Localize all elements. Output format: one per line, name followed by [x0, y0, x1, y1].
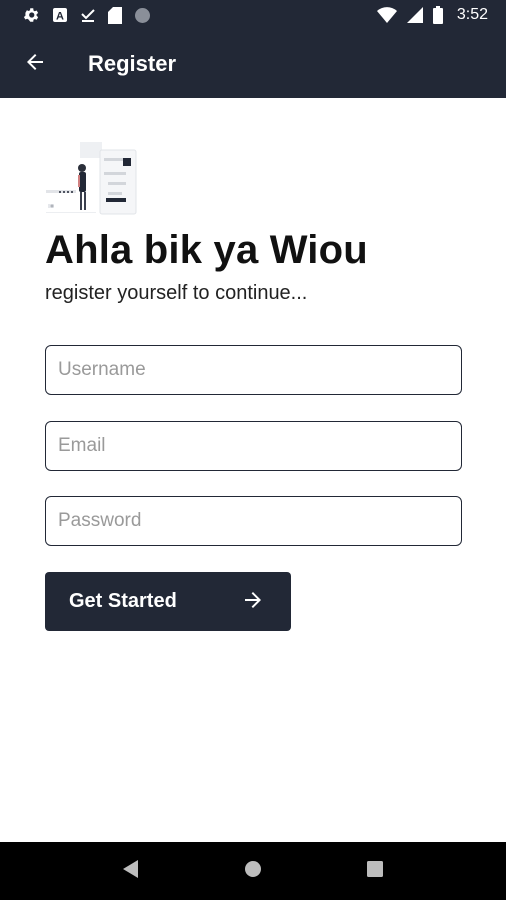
a-icon: A	[52, 7, 68, 23]
nav-home-button[interactable]	[228, 846, 278, 896]
svg-text:A: A	[56, 11, 64, 23]
register-content: Ahla bik ya Wiou register yourself to co…	[0, 98, 506, 842]
nav-back-button[interactable]	[106, 846, 156, 896]
get-started-button[interactable]: Get Started	[45, 572, 291, 631]
system-nav-bar	[0, 842, 506, 900]
email-field[interactable]	[45, 421, 462, 471]
register-illustration	[44, 140, 144, 218]
username-field[interactable]	[45, 345, 462, 395]
circle-icon	[134, 7, 151, 24]
battery-icon	[432, 6, 443, 24]
home-circle-icon	[244, 860, 262, 883]
nav-recents-button[interactable]	[350, 846, 400, 896]
arrow-forward-icon	[241, 588, 265, 615]
back-triangle-icon	[123, 859, 139, 883]
status-right-icons: 3:52	[376, 6, 488, 24]
page-title: Register	[88, 51, 177, 76]
status-bar: A 3:52	[0, 0, 506, 30]
download-done-icon	[80, 7, 96, 23]
get-started-label: Get Started	[69, 590, 177, 612]
back-button[interactable]	[0, 30, 70, 98]
settings-icon	[22, 6, 40, 24]
subtitle-text: register yourself to continue...	[45, 282, 308, 304]
arrow-back-icon	[23, 50, 47, 79]
recents-square-icon	[367, 860, 383, 882]
greeting-heading: Ahla bik ya Wiou	[45, 228, 368, 272]
clock: 3:52	[456, 6, 488, 23]
wifi-icon	[376, 7, 397, 23]
signal-icon	[406, 7, 423, 23]
password-field[interactable]	[45, 496, 462, 546]
app-bar: Register	[0, 30, 506, 98]
sd-card-icon	[108, 6, 122, 24]
status-left-icons: A	[22, 6, 151, 24]
